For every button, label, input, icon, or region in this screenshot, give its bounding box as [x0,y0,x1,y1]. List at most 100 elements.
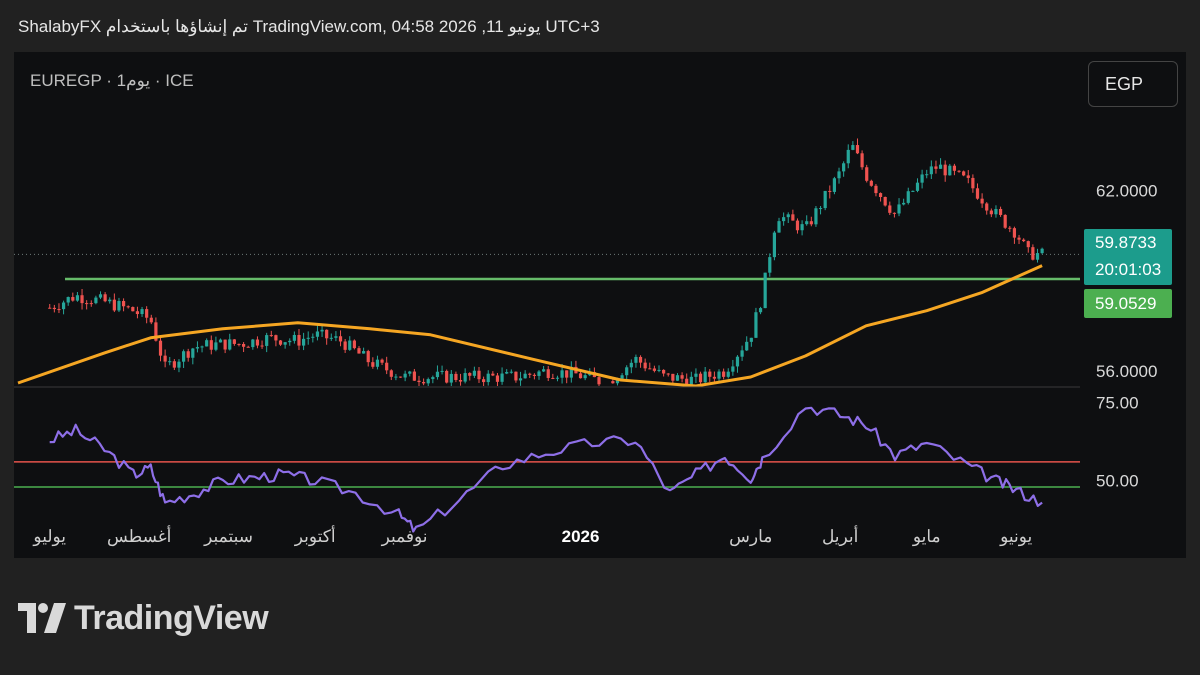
candle-body [578,373,583,379]
horizontal-level-label: 59.0529 [1084,289,1172,318]
candle-body [329,337,333,339]
candle-body [625,367,629,376]
candle-body [703,371,707,383]
candle-body [754,312,758,338]
candle-body [200,346,204,348]
candle-body [348,340,352,350]
candle-body [758,308,763,313]
candle-body [662,369,666,374]
candle-body [809,221,813,225]
candle-body [357,348,361,354]
candle-body [948,165,952,176]
candle-body [246,346,250,348]
candle-body [1022,239,1026,242]
symbol-info: EUREGP · 1يوم · ICE [30,71,194,90]
candle-body [634,356,638,363]
candle-body [805,221,809,225]
candle-body [1008,227,1012,229]
candle-body [75,295,80,301]
candle-body [583,375,587,379]
time-axis-tick: سبتمبر [203,527,253,547]
candle-body [911,190,915,192]
candle-body [694,373,698,377]
candle-body [962,171,966,176]
candle-body [98,294,103,298]
candle-body [1035,253,1040,260]
candle-body [638,356,643,363]
candle-body [371,362,375,367]
candle-body [698,373,703,383]
candle-body [209,340,213,350]
candle-body [1012,228,1017,238]
candle-body [265,335,269,346]
candle-body [902,202,906,205]
candle-body [66,297,70,303]
candle-body [818,208,823,210]
time-axis-tick: أغسطس [107,525,171,547]
candle-body [343,341,347,350]
candle-body [975,188,980,199]
candle-body [94,297,98,304]
candle-body [938,164,943,169]
candle-body [786,214,790,218]
candle-body [500,373,504,382]
candle-body [338,336,343,342]
candle-body [551,377,555,379]
candle-body [412,371,416,381]
candle-body [108,299,112,302]
candle-body [657,369,661,371]
candle-body [800,224,804,231]
candle-body [777,221,781,233]
candle-body [320,329,324,332]
candle-body [255,339,260,346]
time-axis-tick: 2026 [562,527,600,546]
candle-body [828,190,832,192]
candle-body [509,371,513,373]
time-axis-tick: مايو [912,527,941,547]
candle-body [334,336,338,338]
rsi-line [49,406,1043,533]
candle-body [495,375,500,382]
candle-body [505,372,509,374]
candle-body [726,371,730,377]
candle-body [449,373,453,383]
candle-body [468,373,472,376]
candle-body [408,371,412,374]
candle-body [362,351,366,354]
candle-body [542,369,546,372]
candle-body [301,338,306,346]
candle-body [145,309,149,318]
candle-body [260,345,264,347]
chart-svg[interactable]: 62.0000 56.0000 75.00 50.00 يوليو أغسطس سبتمبر… [0,0,1200,675]
candle-body [241,344,246,347]
candle-body [791,214,795,221]
rsi-plot [14,406,1080,533]
candle-body [292,334,296,341]
candle-body [491,373,495,376]
candle-body [915,182,920,191]
candle-body [680,375,684,379]
candle-body [934,166,938,169]
candle-body [214,342,218,350]
candle-body [191,348,195,358]
rsi-axis-tick: 50.00 [1096,472,1139,491]
candle-body [763,272,767,309]
candle-body [929,166,933,175]
candle-body [149,317,153,323]
candle-body [722,371,726,377]
currency-button[interactable]: EGP [1088,61,1178,107]
candle-body [398,376,403,378]
candle-body [795,220,800,231]
candle-body [445,370,449,383]
candle-body [643,362,647,369]
candle-body [168,361,172,363]
candle-body [989,210,993,215]
tradingview-logo[interactable]: TradingView [18,599,269,637]
candle-body [597,377,601,385]
candle-body [228,339,232,350]
candle-body [325,329,329,339]
candle-body [998,208,1003,215]
candle-body [869,180,873,186]
candle-body [782,217,786,222]
candle-body [89,303,93,305]
